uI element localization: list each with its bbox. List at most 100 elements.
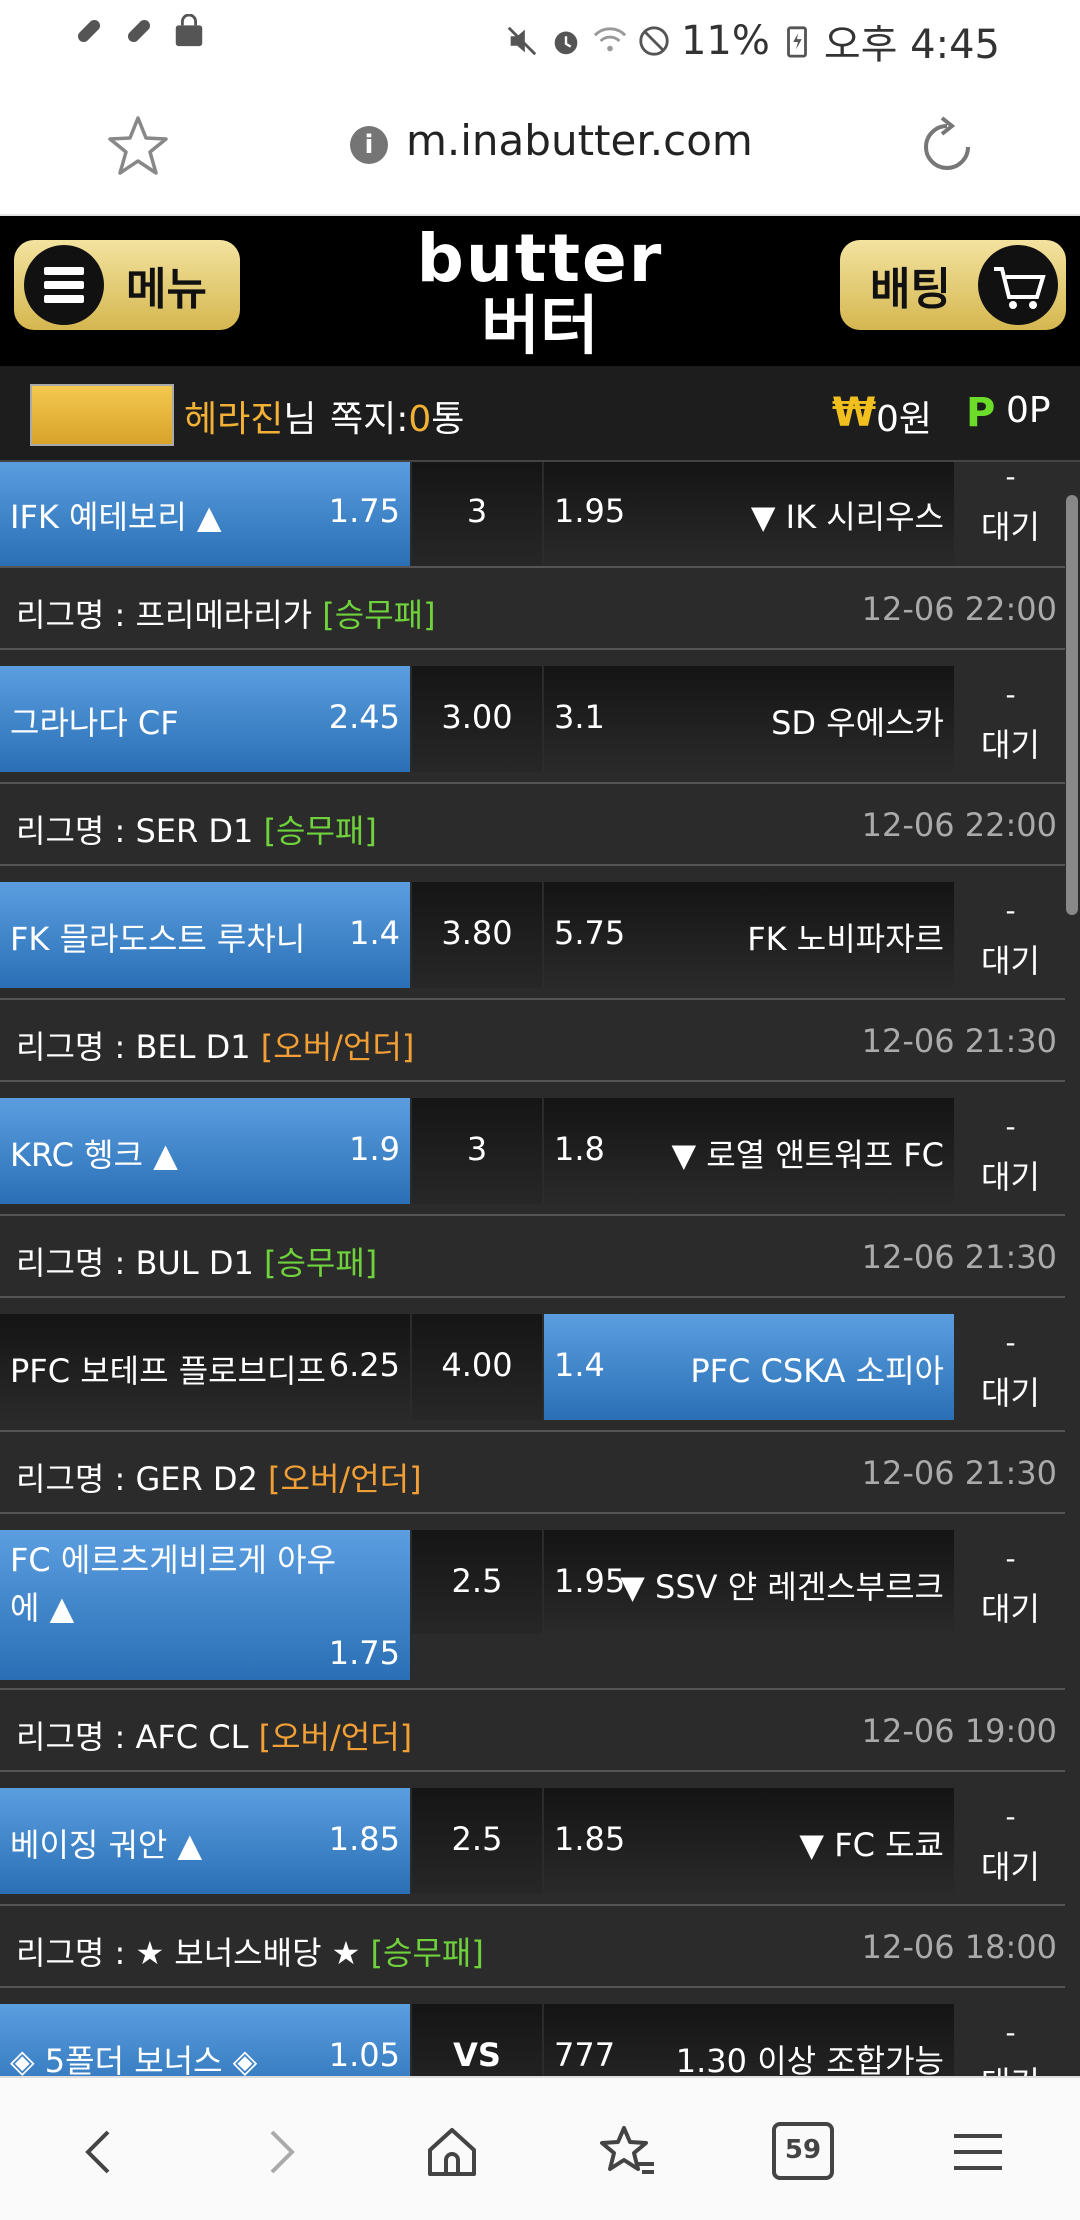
draw-option[interactable]: 4.00 xyxy=(412,1314,542,1420)
league-name: 리그명 : GER D2 xyxy=(16,1460,258,1498)
away-team-option[interactable]: 1.85 ▼ FC 도쿄 xyxy=(544,1788,954,1894)
home-odds: 1.4 xyxy=(349,914,400,952)
home-team-option[interactable]: PFC 보테프 플로브디프 6.25 xyxy=(0,1314,410,1420)
draw-option[interactable]: 3.80 xyxy=(412,882,542,988)
mute-icon xyxy=(507,26,537,56)
bookmarks-icon[interactable] xyxy=(596,2120,660,2184)
bet-type-tag: [오버/언더] xyxy=(268,1460,422,1498)
match-list: IFK 예테보리 ▲ 1.75 3 1.95 ▼ IK 시리우스 - 대기 리그… xyxy=(0,462,1065,2076)
clock: 오후 4:45 xyxy=(823,22,1000,68)
away-odds: 1.95 xyxy=(554,1562,626,1600)
match-row: PFC 보테프 플로브디프 6.25 4.00 1.4 PFC CSKA 소피아… xyxy=(0,1314,1065,1420)
messages-link[interactable]: 쪽지:0통 xyxy=(330,390,464,442)
url-text[interactable]: m.inabutter.com xyxy=(406,116,753,165)
site-header: 메뉴 butter 버터 배팅 xyxy=(0,216,1080,366)
league-header: 리그명 : BUL D1 [승무패] 12-06 21:30 xyxy=(0,1214,1065,1298)
league-header: 리그명 : SER D1 [승무패] 12-06 22:00 xyxy=(0,782,1065,866)
away-team-name: SD 우에스카 xyxy=(771,704,944,742)
menu-icon[interactable] xyxy=(946,2120,1010,2184)
pill-icon xyxy=(77,19,101,43)
match-status: - 대기 xyxy=(956,1314,1065,1420)
pill-icon xyxy=(127,19,151,43)
away-team-option[interactable]: 1.8 ▼ 로열 앤트워프 FC xyxy=(544,1098,954,1204)
menu-button[interactable]: 메뉴 xyxy=(14,240,240,330)
home-team-option[interactable]: 베이징 궈안 ▲ 1.85 xyxy=(0,1788,410,1894)
cart-icon xyxy=(978,245,1058,325)
league-name: 리그명 : ★ 보너스배당 ★ xyxy=(16,1934,361,1972)
match-time: 12-06 21:30 xyxy=(861,1454,1057,1492)
draw-value: 2.5 xyxy=(451,1562,503,1600)
away-team-option[interactable]: 1.4 PFC CSKA 소피아 xyxy=(544,1314,954,1420)
user-name: 헤라진님 xyxy=(184,399,317,440)
match-status: - 대기 xyxy=(956,462,1065,566)
league-header: 리그명 : BEL D1 [오버/언더] 12-06 21:30 xyxy=(0,998,1065,1082)
draw-option[interactable]: 3 xyxy=(412,1098,542,1204)
draw-value: 3 xyxy=(466,492,488,530)
away-team-option[interactable]: 3.1 SD 우에스카 xyxy=(544,666,954,772)
draw-option[interactable]: 2.5 xyxy=(412,1530,542,1634)
home-team-name: 그라나다 CF xyxy=(10,704,179,742)
away-team-option[interactable]: 777 1.30 이상 조합가능 xyxy=(544,2004,954,2076)
battery-charging-icon xyxy=(786,26,807,58)
league-name: 리그명 : 프리메라리가 xyxy=(16,596,313,634)
league-header: 리그명 : AFC CL [오버/언더] 12-06 19:00 xyxy=(0,1688,1065,1772)
bet-type-tag: [승무패] xyxy=(264,1244,378,1282)
wifi-icon xyxy=(593,27,627,52)
reload-icon[interactable] xyxy=(912,112,982,182)
match-time: 12-06 22:00 xyxy=(861,806,1057,844)
away-team-name: ▼ IK 시리우스 xyxy=(750,498,944,536)
site-logo[interactable]: butter 버터 xyxy=(400,224,680,364)
away-odds: 1.95 xyxy=(554,492,626,530)
scrollbar[interactable] xyxy=(1066,495,1078,915)
point-icon: P xyxy=(966,390,996,436)
league-header: 리그명 : ★ 보너스배당 ★ [승무패] 12-06 18:00 xyxy=(0,1904,1065,1988)
home-team-option[interactable]: KRC 헹크 ▲ 1.9 xyxy=(0,1098,410,1204)
home-team-option[interactable]: 그라나다 CF 2.45 xyxy=(0,666,410,772)
home-odds: 1.75 xyxy=(328,492,400,530)
user-level-badge xyxy=(30,384,174,446)
user-bar: 헤라진님 쪽지:0통 ₩ 0원 P 0P xyxy=(0,366,1080,462)
bet-type-tag: [승무패] xyxy=(263,812,377,850)
bet-slip-button[interactable]: 배팅 xyxy=(840,240,1066,330)
draw-value: 3.80 xyxy=(441,914,513,952)
back-icon[interactable] xyxy=(68,2120,132,2184)
away-odds: 1.8 xyxy=(554,1130,605,1168)
draw-option[interactable]: 2.5 xyxy=(412,1788,542,1894)
home-team-option[interactable]: FC 에르츠게비르게 아우에 ▲ 1.75 xyxy=(0,1530,410,1680)
forward-icon[interactable] xyxy=(248,2120,312,2184)
home-odds: 1.05 xyxy=(328,2036,400,2074)
match-time: 12-06 21:30 xyxy=(861,1022,1057,1060)
draw-option[interactable]: VS xyxy=(412,2004,542,2076)
match-time: 12-06 22:00 xyxy=(861,590,1057,628)
shopping-bag-icon xyxy=(175,14,203,47)
home-team-option[interactable]: ◈ 5폴더 보너스 ◈ 1.05 xyxy=(0,2004,410,2076)
away-team-option[interactable]: 1.95 ▼ IK 시리우스 xyxy=(544,462,954,566)
draw-value: 4.00 xyxy=(441,1346,513,1384)
match-row: 베이징 궈안 ▲ 1.85 2.5 1.85 ▼ FC 도쿄 - 대기 xyxy=(0,1788,1065,1894)
match-row: ◈ 5폴더 보너스 ◈ 1.05 VS 777 1.30 이상 조합가능 - 대… xyxy=(0,2004,1065,2076)
home-team-option[interactable]: IFK 예테보리 ▲ 1.75 xyxy=(0,462,410,566)
vs-label: VS xyxy=(453,2036,501,2074)
match-status: - 대기 xyxy=(956,1788,1065,1894)
away-odds: 1.85 xyxy=(554,1820,626,1858)
site-info-icon[interactable]: i xyxy=(350,126,388,164)
away-team-name: FK 노비파자르 xyxy=(747,920,944,958)
away-odds: 777 xyxy=(554,2036,616,2074)
home-icon[interactable] xyxy=(420,2120,484,2184)
match-time: 12-06 21:30 xyxy=(861,1238,1057,1276)
status-bar: 11% 오후 4:45 xyxy=(0,0,1080,72)
draw-option[interactable]: 3 xyxy=(412,462,542,566)
tabs-icon[interactable]: 59 xyxy=(772,2122,834,2180)
draw-value: 3 xyxy=(466,1130,488,1168)
home-odds: 1.9 xyxy=(349,1130,400,1168)
draw-option[interactable]: 3.00 xyxy=(412,666,542,772)
bookmark-star-icon[interactable] xyxy=(104,112,172,180)
home-odds: 1.85 xyxy=(328,1820,400,1858)
home-team-option[interactable]: FK 믈라도스트 루차니 1.4 xyxy=(0,882,410,988)
away-team-option[interactable]: 5.75 FK 노비파자르 xyxy=(544,882,954,988)
league-name: 리그명 : AFC CL xyxy=(16,1718,249,1756)
league-name: 리그명 : SER D1 xyxy=(16,812,254,850)
menu-icon xyxy=(24,245,104,325)
away-team-option[interactable]: 1.95 ▼ SSV 얀 레겐스부르크 xyxy=(544,1530,954,1634)
home-team-name: PFC 보테프 플로브디프 xyxy=(10,1352,326,1390)
